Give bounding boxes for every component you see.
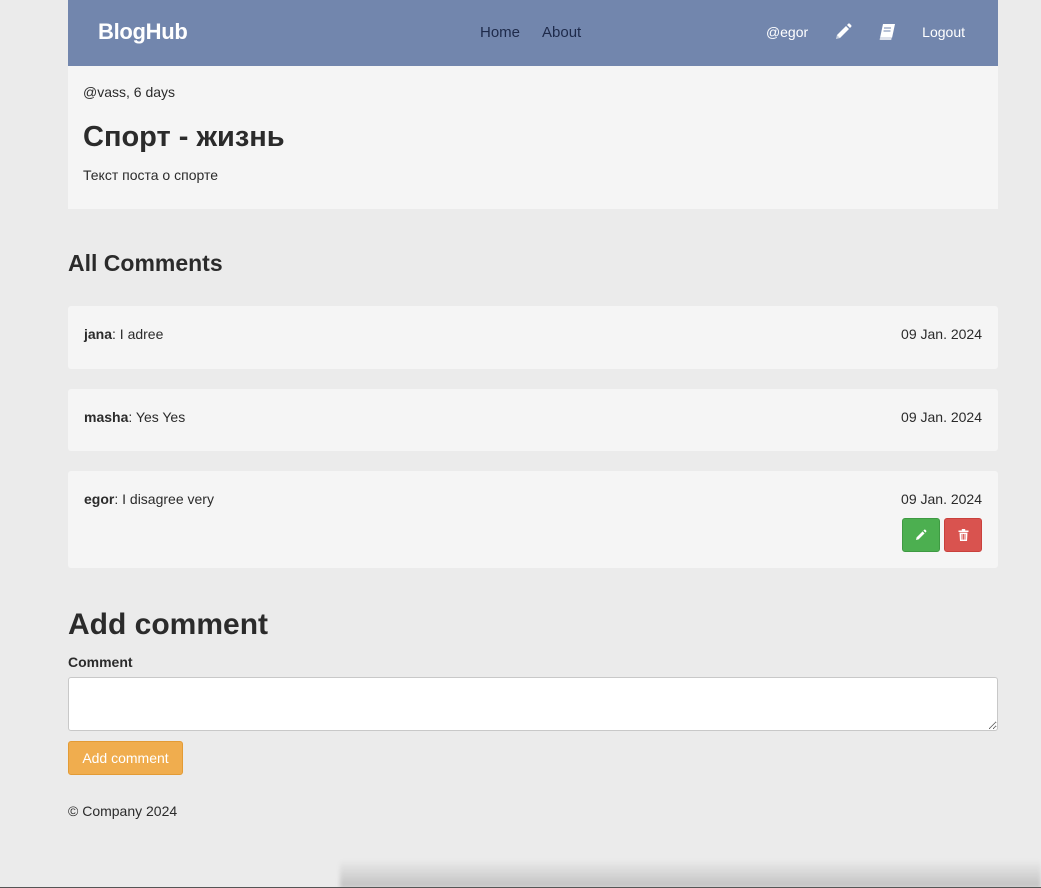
current-user-link[interactable]: @egor — [766, 24, 808, 40]
post-card: @vass, 6 days Спорт - жизнь Текст поста … — [68, 66, 998, 209]
comment-field-label: Comment — [68, 654, 133, 670]
brand-logo[interactable]: BlogHub — [98, 19, 188, 45]
comment-author: jana — [84, 326, 113, 342]
nav-links: Home About — [480, 24, 581, 41]
logout-link[interactable]: Logout — [922, 24, 965, 40]
comment-author: masha — [84, 409, 129, 425]
pencil-icon[interactable] — [834, 22, 852, 42]
comment-item: jana: I adree 09 Jan. 2024 — [68, 306, 998, 369]
footer-copyright: © Company 2024 — [68, 803, 178, 819]
pencil-icon — [916, 529, 927, 540]
book-icon[interactable] — [878, 22, 896, 42]
trash-icon — [958, 529, 968, 541]
delete-comment-button[interactable] — [944, 518, 982, 552]
add-comment-button[interactable]: Add comment — [68, 741, 183, 775]
post-title: Спорт - жизнь — [83, 121, 285, 153]
comment-date: 09 Jan. 2024 — [901, 326, 982, 342]
edit-comment-button[interactable] — [902, 518, 940, 552]
comment-textarea[interactable] — [68, 677, 998, 731]
comment-body: : I adree — [112, 326, 164, 342]
page-container: BlogHub Home About @egor Logout @vass, 6… — [68, 0, 998, 819]
navbar: BlogHub Home About @egor Logout — [68, 0, 998, 66]
comment-item: masha: Yes Yes 09 Jan. 2024 — [68, 389, 998, 451]
nav-link-about[interactable]: About — [542, 24, 581, 41]
comment-date: 09 Jan. 2024 — [901, 491, 982, 507]
comment-item: egor: I disagree very 09 Jan. 2024 — [68, 471, 998, 568]
nav-link-home[interactable]: Home — [480, 24, 520, 41]
comment-actions — [902, 518, 982, 552]
nav-user-area: @egor Logout — [766, 22, 965, 42]
comment-body: : I disagree very — [114, 491, 214, 507]
comment-body: : Yes Yes — [128, 409, 186, 425]
comment-text: egor: I disagree very — [84, 491, 214, 507]
comment-text: masha: Yes Yes — [84, 409, 185, 425]
post-meta: @vass, 6 days — [83, 84, 176, 100]
comment-text: jana: I adree — [84, 326, 163, 342]
comment-date: 09 Jan. 2024 — [901, 409, 982, 425]
add-comment-heading: Add comment — [68, 608, 269, 641]
comments-heading: All Comments — [68, 250, 223, 276]
comment-author: egor — [84, 491, 115, 507]
post-body: Текст поста о спорте — [83, 167, 218, 183]
window-shadow — [340, 860, 1041, 888]
